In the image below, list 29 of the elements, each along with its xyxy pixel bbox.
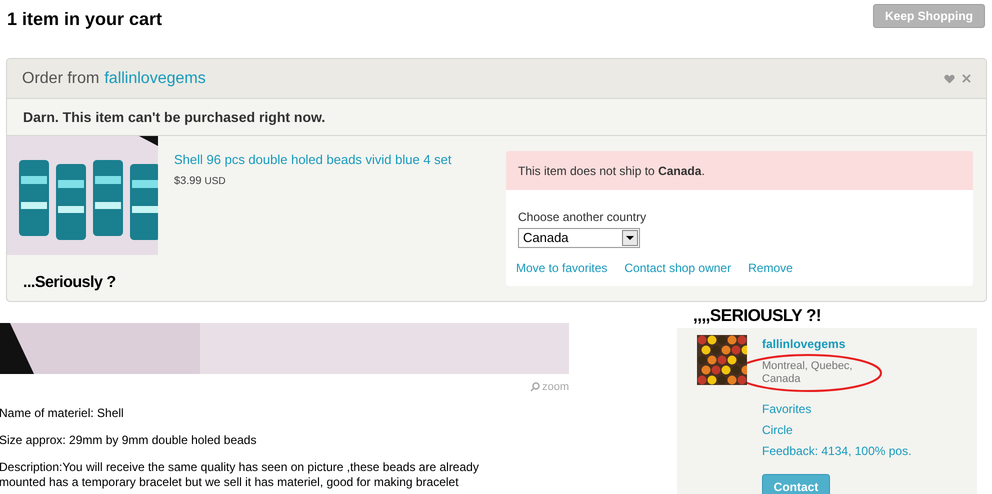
shop-link[interactable]: Favorites xyxy=(762,400,912,418)
notice-text: Darn. This item can't be purchased right now. xyxy=(23,108,326,127)
search-icon xyxy=(530,382,540,392)
country-select[interactable]: Canada xyxy=(518,228,640,248)
shipping-alert: This item does not ship to Canada. xyxy=(506,151,973,190)
close-icon[interactable] xyxy=(962,74,971,83)
description-text: Name of materiel: Shell xyxy=(0,406,125,420)
shop-link[interactable]: Feedback: 4134, 100% pos. xyxy=(762,442,912,460)
zoom-link[interactable]: zoom xyxy=(542,379,569,396)
shop-name-link[interactable]: fallinlovegems xyxy=(762,335,912,353)
description-text: Description:You will receive the same quality has seen on picture ,these beads are already mounted has a temporary bracelet but we sell it has materiel, good for making bracelet xyxy=(0,460,480,490)
action-link[interactable]: Remove xyxy=(748,259,793,277)
order-from-label: Order from xyxy=(22,68,100,88)
price-currency: USD xyxy=(204,174,226,188)
annotation-text: ,,,,SERIOUSLY ?! xyxy=(693,307,822,324)
heart-icon[interactable] xyxy=(944,74,955,84)
contact-button[interactable]: Contact xyxy=(762,474,830,494)
annotation-text: ...Seriously ? xyxy=(23,273,117,293)
shop-link[interactable]: fallinlovegems xyxy=(104,66,206,90)
country-label: Choose another country xyxy=(518,209,648,226)
shop-link[interactable]: Circle xyxy=(762,421,912,439)
item-title-link[interactable]: Shell 96 pcs double holed beads vivid blue 4 set xyxy=(174,150,506,170)
shop-location: Montreal, Quebec, Canada xyxy=(762,360,854,386)
action-link[interactable]: Contact shop owner xyxy=(624,259,732,277)
keep-shopping-button[interactable]: Keep Shopping xyxy=(873,4,985,28)
item-price: $3.99 xyxy=(174,174,202,188)
page-title: 1 item in your cart xyxy=(7,8,162,31)
caret-icon xyxy=(622,230,638,246)
action-link[interactable]: Move to favorites xyxy=(516,259,608,277)
